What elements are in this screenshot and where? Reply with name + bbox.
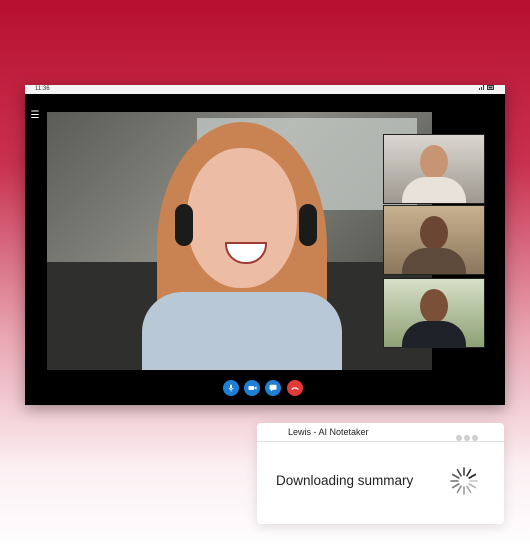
microphone-icon bbox=[228, 384, 234, 392]
status-bar: 11:36 bbox=[25, 85, 505, 94]
hamburger-menu-icon[interactable]: ☰ bbox=[30, 111, 40, 121]
headphone-right bbox=[299, 204, 317, 246]
spinner-ray bbox=[451, 483, 460, 489]
phone-hangup-icon bbox=[291, 387, 299, 390]
mic-button[interactable] bbox=[223, 380, 239, 396]
signal-icon bbox=[479, 85, 485, 90]
participant-face bbox=[420, 145, 448, 179]
spinner-ray bbox=[456, 485, 462, 494]
chat-button[interactable] bbox=[265, 380, 281, 396]
notetaker-header: Lewis - AI Notetaker bbox=[257, 423, 504, 442]
participant-body bbox=[402, 177, 466, 203]
status-time: 11:36 bbox=[35, 86, 50, 92]
loading-spinner-icon bbox=[450, 467, 478, 495]
participant-body bbox=[402, 321, 466, 347]
end-call-button[interactable] bbox=[287, 380, 303, 396]
participant-tile-1[interactable] bbox=[383, 134, 485, 204]
notetaker-status-message: Downloading summary bbox=[276, 473, 414, 488]
spinner-ray bbox=[468, 483, 477, 489]
participant-body bbox=[402, 248, 466, 274]
video-camera-icon bbox=[248, 386, 256, 390]
spinner-ray bbox=[466, 485, 472, 494]
battery-icon bbox=[487, 85, 494, 90]
chat-bubble-icon bbox=[269, 384, 277, 392]
spinner-ray bbox=[466, 468, 472, 477]
speaker-shirt bbox=[142, 292, 342, 370]
participant-tile-3[interactable] bbox=[383, 278, 485, 348]
headphone-left bbox=[175, 204, 193, 246]
spinner-ray bbox=[468, 473, 477, 479]
status-icons bbox=[479, 85, 495, 94]
camera-button[interactable] bbox=[244, 380, 260, 396]
speaker-face bbox=[187, 148, 297, 288]
participant-tile-2[interactable] bbox=[383, 205, 485, 275]
window-dots-icon[interactable] bbox=[454, 428, 478, 446]
notetaker-title: Lewis - AI Notetaker bbox=[288, 427, 369, 437]
participant-face bbox=[420, 289, 448, 323]
participant-face bbox=[420, 216, 448, 250]
video-call-window: 11:36 ☰ bbox=[25, 85, 505, 405]
spinner-ray bbox=[456, 468, 462, 477]
main-speaker-video bbox=[47, 112, 432, 370]
spinner-ray bbox=[451, 473, 460, 479]
notetaker-card: Lewis - AI Notetaker Downloading summary bbox=[257, 423, 504, 524]
